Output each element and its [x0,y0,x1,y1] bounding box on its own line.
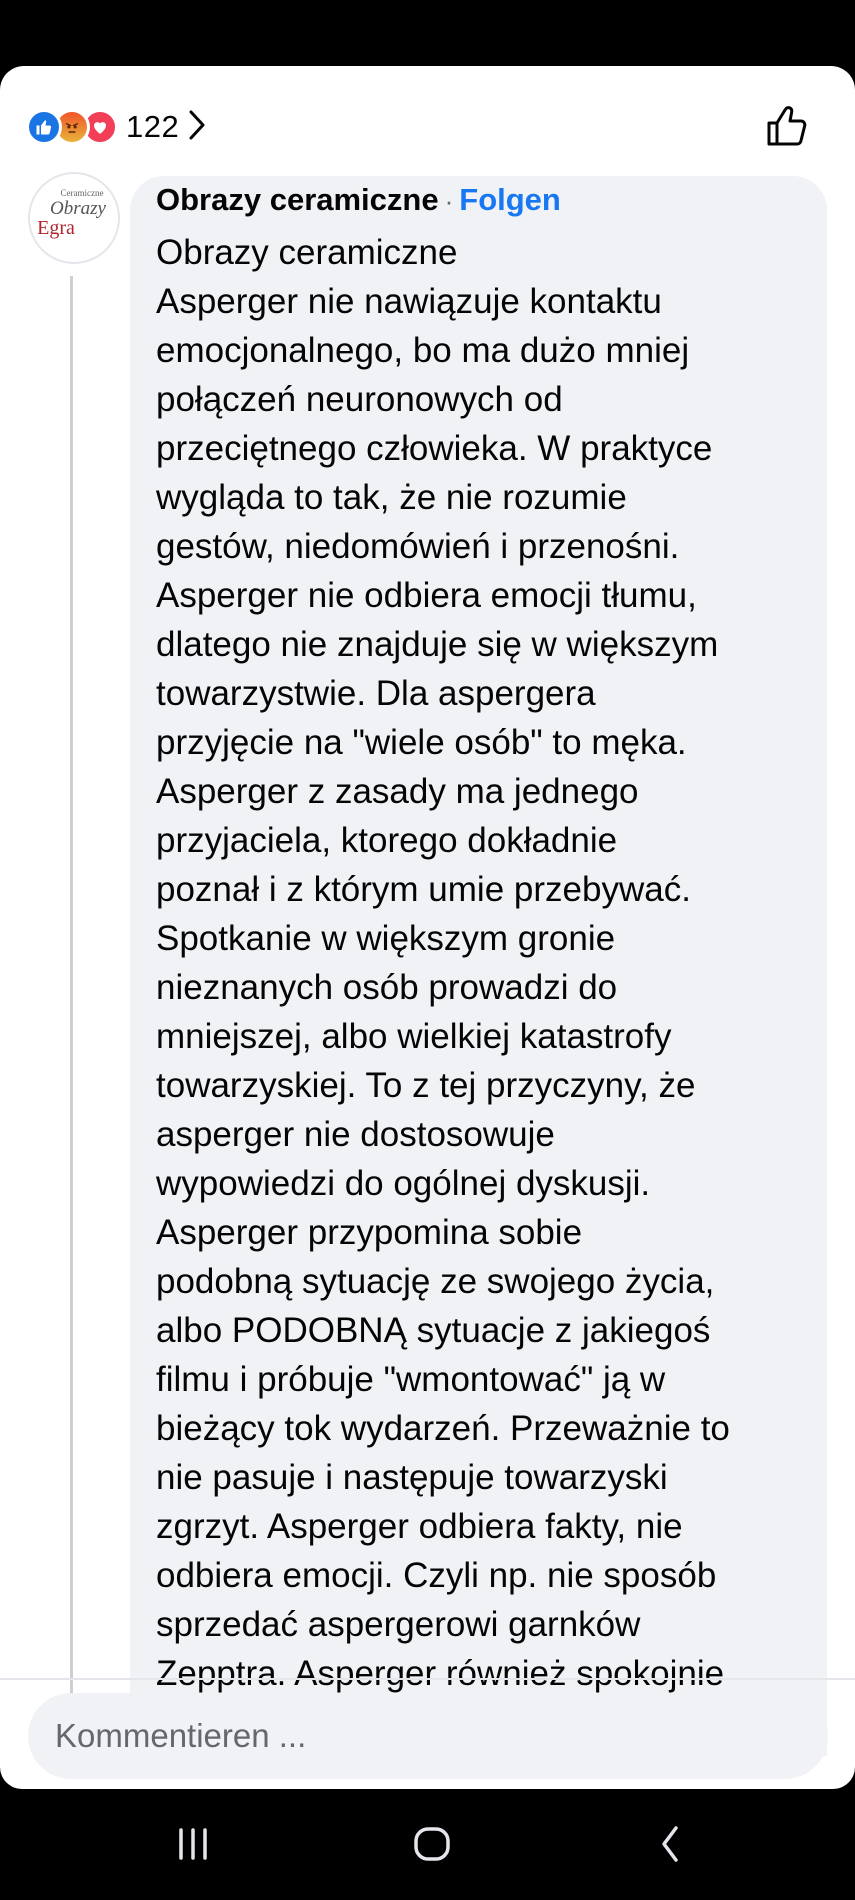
recent-apps-button[interactable] [163,1819,223,1869]
logo-line-1: Ceramiczne [61,188,104,198]
comment-header: Obrazy ceramiczne · Folgen [156,182,561,218]
logo-line-2: Obrazy [50,198,107,219]
brand-logo: Ceramiczne Obrazy Egra [37,188,107,239]
system-navigation-bar [0,1789,855,1900]
commenter-avatar[interactable]: Ceramiczne Obrazy Egra [28,172,120,264]
back-button[interactable] [640,1819,700,1869]
composer-divider [0,1678,855,1680]
comment-input[interactable]: Kommentieren ... [28,1693,828,1779]
separator-dot: · [444,186,454,216]
author-name[interactable]: Obrazy ceramiczne [156,182,439,217]
reply-thread-line [70,276,73,1736]
comment-input-placeholder: Kommentieren ... [55,1717,307,1754]
chevron-right-icon [187,109,207,146]
comment-bubble[interactable]: Obrazy ceramiczne · Folgen Obrazy ceramicz… [130,176,827,1756]
comments-sheet: 122 Ceramiczne Obrazy Egra Obrazy cerami… [0,66,855,1789]
back-icon [662,1826,678,1862]
thumbs-up-outline-icon [767,106,807,146]
recent-apps-icon [179,1828,207,1860]
like-button[interactable] [763,102,811,150]
home-icon [414,1827,450,1861]
home-button[interactable] [402,1819,462,1869]
reaction-count: 122 [126,109,180,144]
status-bar [0,0,855,66]
logo-line-3: Egra [37,217,75,239]
follow-button[interactable]: Folgen [459,182,561,217]
like-reaction-icon [26,109,62,145]
comment-text: Obrazy ceramiczne Asperger nie nawiązuje… [156,233,730,1693]
reactions-summary[interactable]: 122 [26,102,207,152]
